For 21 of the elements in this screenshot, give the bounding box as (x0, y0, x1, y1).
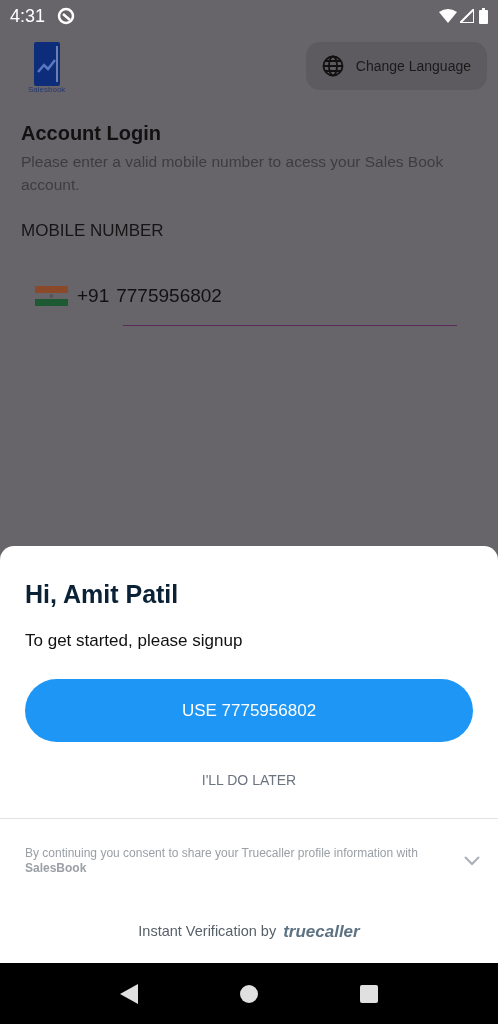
verification-text: Instant Verification by (138, 921, 277, 941)
india-flag-icon (35, 285, 68, 306)
change-language-button[interactable]: Change Language (305, 42, 487, 90)
login-title: Account Login (21, 121, 162, 146)
country-code[interactable]: +91 (77, 281, 110, 310)
use-number-button[interactable]: USE 7775956802 (25, 679, 473, 742)
wifi-icon (439, 9, 457, 23)
battery-icon (479, 8, 488, 24)
consent-text: By continuing you consent to share your Truecaller profile information with SalesBook (25, 846, 419, 876)
truecaller-logo: truecaller (283, 921, 360, 943)
home-icon[interactable] (239, 983, 259, 1004)
phone-input-field[interactable]: 7775956802 (116, 281, 458, 326)
recents-icon[interactable] (359, 984, 378, 1003)
signal-icon (460, 9, 474, 23)
do-later-button[interactable]: I'LL DO LATER (201, 770, 297, 791)
status-time: 4:31 (10, 4, 46, 28)
signup-prompt: To get started, please signup (24, 629, 244, 652)
field-label: MOBILE NUMBER (21, 220, 165, 242)
greeting: Hi, Amit Patil (24, 579, 180, 610)
globe-icon (321, 55, 344, 77)
back-icon[interactable] (120, 983, 139, 1004)
